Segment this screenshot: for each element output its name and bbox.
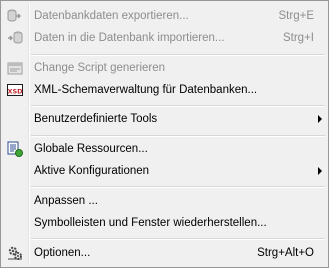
import-database-icon (7, 30, 23, 46)
menu-item-label: Change Script generieren (34, 62, 166, 74)
submenu-arrow-icon (318, 115, 322, 123)
export-database-icon (7, 8, 23, 24)
menu-item-restore-toolbars[interactable]: Symbolleisten und Fenster wiederherstell… (3, 212, 326, 234)
menu-item-shortcut: Strg+E (278, 10, 314, 22)
menu-item-label: Daten in die Datenbank importieren... (34, 32, 225, 44)
menu-separator (31, 186, 325, 188)
menu-item-label: Globale Ressourcen... (34, 143, 148, 155)
options-icon (7, 245, 23, 261)
menu-item-global-resources[interactable]: Globale Ressourcen... (3, 138, 326, 160)
menu-item-active-configurations[interactable]: Aktive Konfigurationen (3, 160, 326, 182)
menu-separator (31, 238, 325, 240)
menu-item-label: Anpassen ... (34, 195, 98, 207)
menu-item-custom-tools[interactable]: Benutzerdefinierte Tools (3, 108, 326, 130)
tools-menu: Datenbankdaten exportieren... Strg+E Dat… (0, 0, 329, 268)
menu-item-import-database[interactable]: Daten in die Datenbank importieren... St… (3, 27, 326, 49)
xml-schema-icon: XSD (7, 82, 23, 98)
menu-item-label: Symbolleisten und Fenster wiederherstell… (34, 217, 267, 229)
menu-separator (31, 105, 325, 107)
menu-item-shortcut: Strg+I (282, 32, 314, 44)
menu-item-export-database[interactable]: Datenbankdaten exportieren... Strg+E (3, 5, 326, 27)
global-resources-icon (7, 141, 23, 157)
menu-item-label: Datenbankdaten exportieren... (34, 10, 189, 22)
menu-item-change-script[interactable]: Change Script generieren (3, 57, 326, 79)
menu-item-xml-schema-manager[interactable]: XSD XML-Schemaverwaltung für Datenbanken… (3, 79, 326, 101)
menu-item-customize[interactable]: Anpassen ... (3, 190, 326, 212)
menu-item-label: Benutzerdefinierte Tools (34, 113, 158, 125)
menu-item-options[interactable]: Optionen... Strg+Alt+O (3, 242, 326, 264)
menu-item-label: Optionen... (34, 247, 91, 259)
menu-item-label: Aktive Konfigurationen (34, 165, 150, 177)
menu-item-label: XML-Schemaverwaltung für Datenbanken... (34, 84, 258, 96)
menu-separator (31, 54, 325, 56)
submenu-arrow-icon (318, 167, 322, 175)
change-script-icon (7, 60, 23, 76)
menu-item-shortcut: Strg+Alt+O (257, 247, 314, 259)
svg-text:XSD: XSD (7, 88, 23, 96)
menu-separator (31, 135, 325, 137)
